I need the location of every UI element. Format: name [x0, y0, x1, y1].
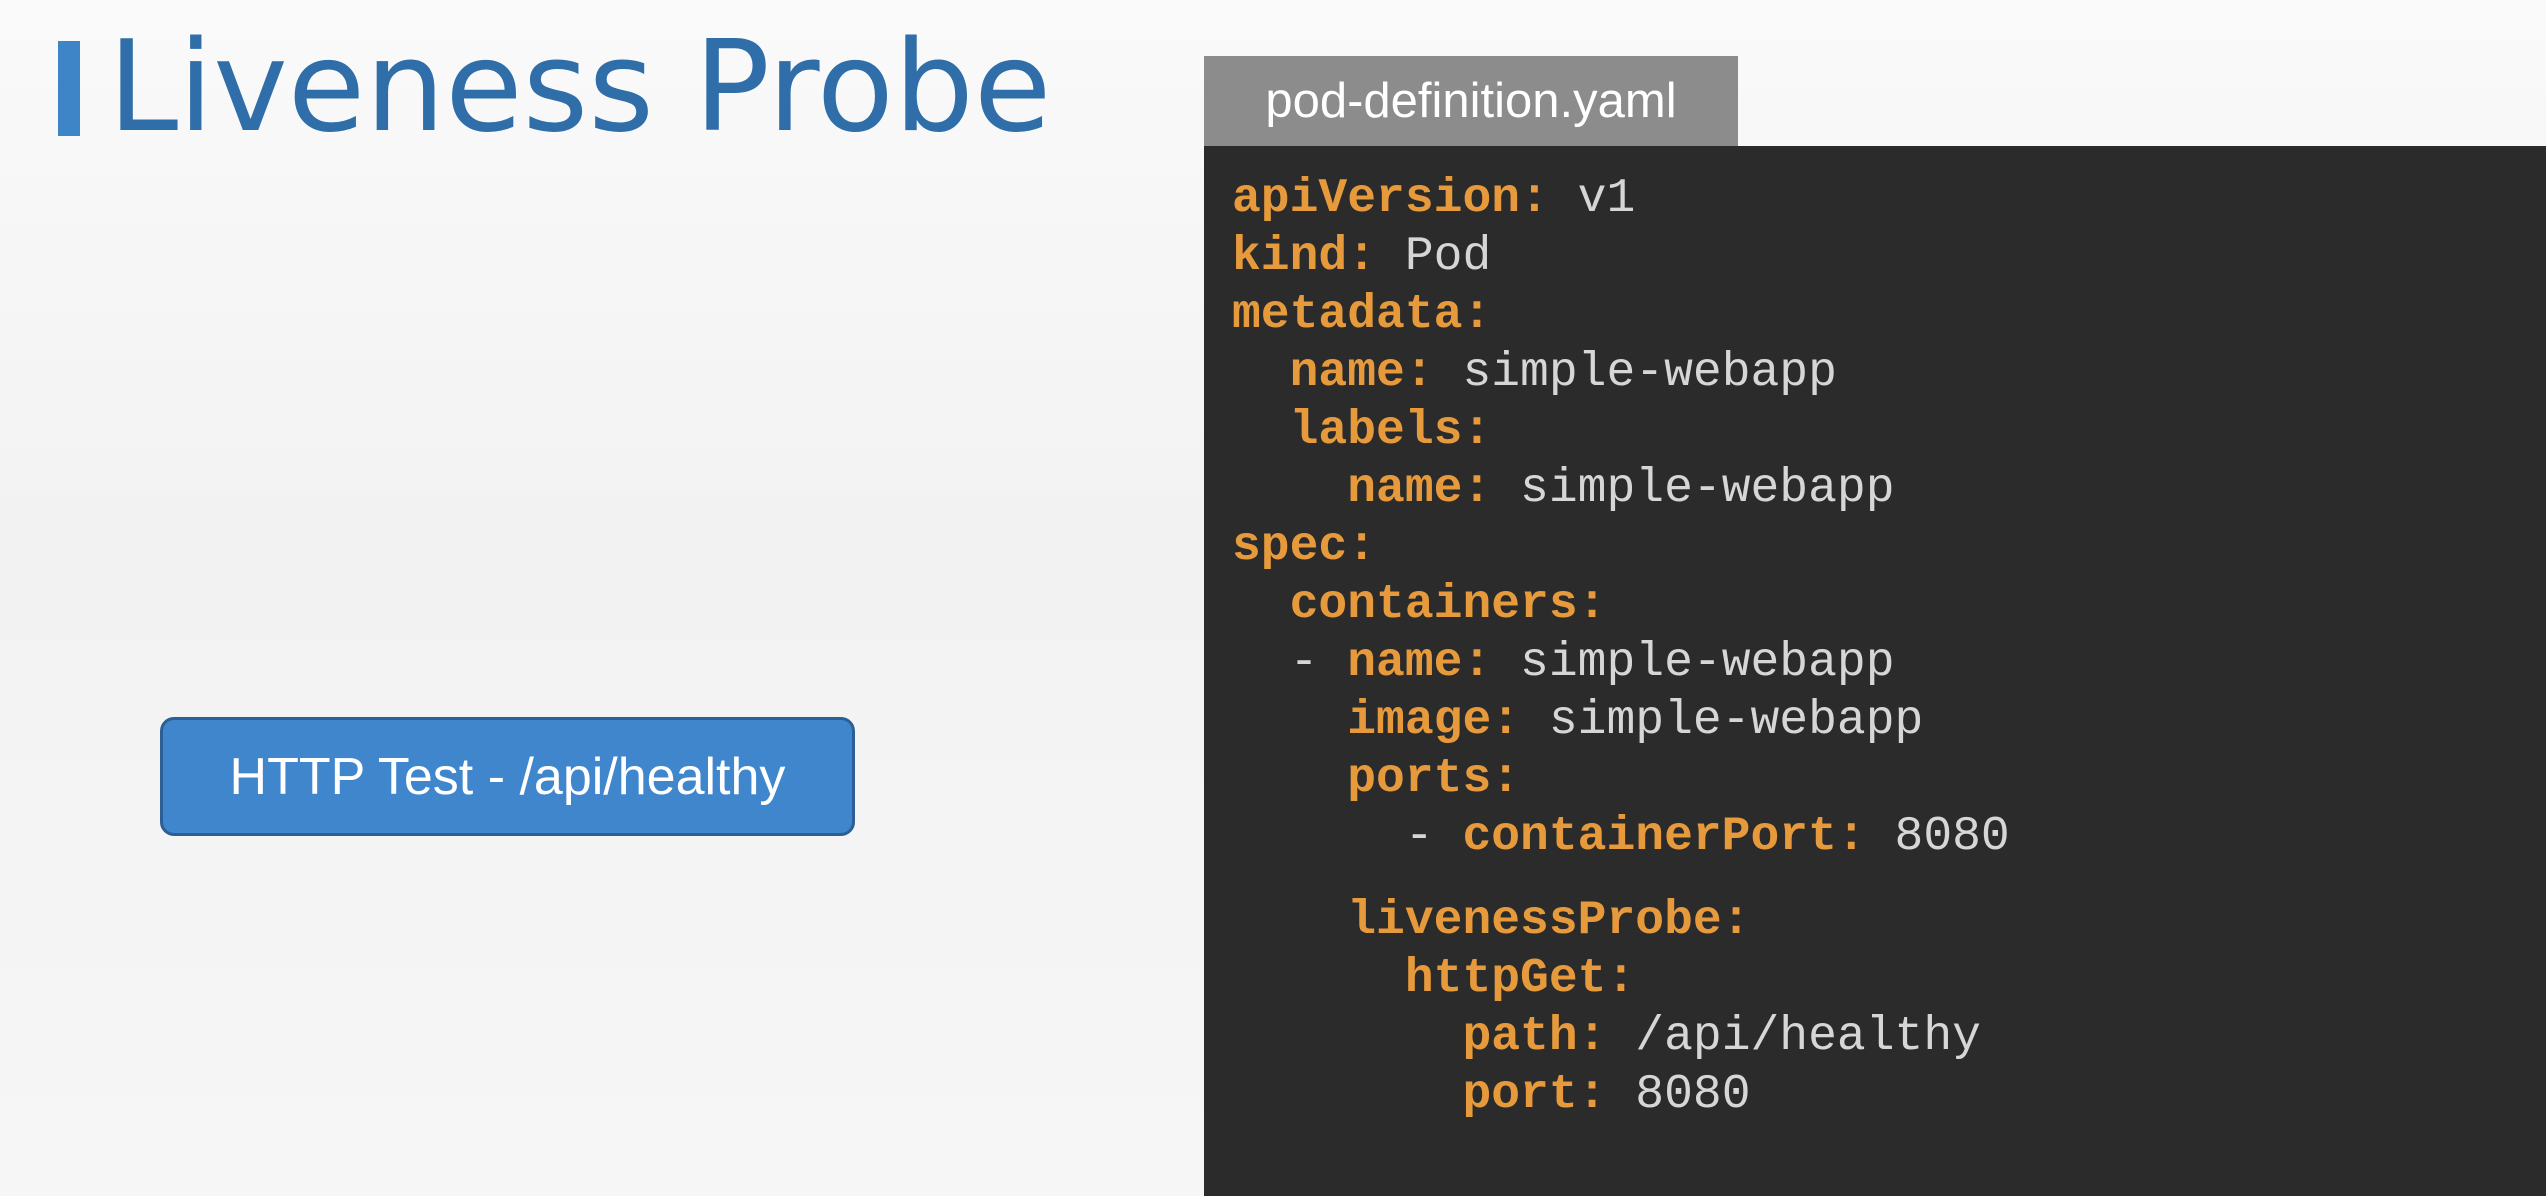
http-test-box[interactable]: HTTP Test - /api/healthy	[160, 717, 855, 836]
code-value: simple-webapp	[1433, 346, 1837, 400]
code-key: livenessProbe:	[1347, 894, 1751, 948]
code-value: simple-webapp	[1520, 694, 1924, 748]
file-tab: pod-definition.yaml	[1204, 56, 1738, 146]
code-key: apiVersion:	[1232, 172, 1549, 226]
code-line: livenessProbe:	[1232, 892, 2010, 950]
yaml-code-block: apiVersion: v1 kind: Pod metadata: name: s…	[1232, 170, 2010, 1124]
code-key: name:	[1347, 636, 1492, 690]
title-accent-bar	[58, 41, 80, 136]
code-line: - containerPort: 8080	[1232, 808, 2010, 866]
code-value: Pod	[1376, 230, 1492, 284]
code-key: kind:	[1232, 230, 1377, 284]
code-line: image: simple-webapp	[1232, 692, 2010, 750]
code-line: httpGet:	[1232, 950, 2010, 1008]
code-line: containers:	[1232, 576, 2010, 634]
code-value: /api/healthy	[1606, 1010, 1981, 1064]
slide: Liveness Probe HTTP Test - /api/healthy …	[0, 0, 2546, 1196]
code-value: 8080	[1606, 1068, 1751, 1122]
code-key: containers:	[1289, 578, 1607, 632]
code-line: ports:	[1232, 750, 2010, 808]
code-value: simple-webapp	[1491, 462, 1895, 516]
code-line: - name: simple-webapp	[1232, 634, 2010, 692]
code-list-dash: -	[1289, 636, 1348, 690]
code-value: simple-webapp	[1491, 636, 1895, 690]
code-key: spec:	[1232, 520, 1377, 574]
code-panel: apiVersion: v1 kind: Pod metadata: name: s…	[1204, 146, 2546, 1196]
code-value: v1	[1548, 172, 1636, 226]
code-line: labels:	[1232, 402, 2010, 460]
code-key: httpGet:	[1404, 952, 1636, 1006]
code-line: path: /api/healthy	[1232, 1008, 2010, 1066]
code-value: 8080	[1865, 810, 2010, 864]
code-key: ports:	[1347, 752, 1521, 806]
code-key: name:	[1289, 346, 1434, 400]
code-line: spec:	[1232, 518, 2010, 576]
code-line: metadata:	[1232, 286, 2010, 344]
code-line: kind: Pod	[1232, 228, 2010, 286]
code-key: image:	[1347, 694, 1521, 748]
code-key: port:	[1462, 1068, 1607, 1122]
code-key: containerPort:	[1462, 810, 1866, 864]
slide-title: Liveness Probe	[108, 13, 1052, 160]
code-key: path:	[1462, 1010, 1607, 1064]
code-line: name: simple-webapp	[1232, 344, 2010, 402]
code-key: metadata:	[1232, 288, 1492, 342]
code-line: name: simple-webapp	[1232, 460, 2010, 518]
code-key: labels:	[1289, 404, 1492, 458]
code-list-dash: -	[1404, 810, 1463, 864]
code-line: port: 8080	[1232, 1066, 2010, 1124]
code-line: apiVersion: v1	[1232, 170, 2010, 228]
code-key: name:	[1347, 462, 1492, 516]
